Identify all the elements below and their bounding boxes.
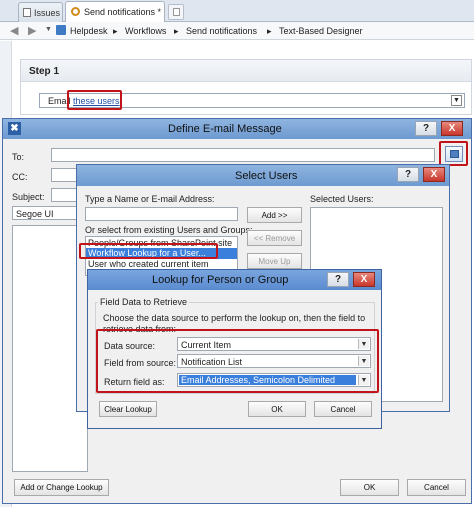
lookup-titlebar: Lookup for Person or Group ? X <box>88 270 381 290</box>
section-label: Field Data to Retrieve <box>98 297 190 307</box>
tab-label: Issues <box>34 8 61 18</box>
breadcrumb-separator: ▸ <box>113 26 118 36</box>
help-button[interactable]: ? <box>415 121 437 136</box>
breadcrumb-item-send-notifications[interactable]: Send notifications <box>186 26 257 36</box>
select-users-titlebar: Select Users ? X <box>77 165 449 186</box>
subject-label: Subject: <box>12 192 45 202</box>
name-label: Type a Name or E-mail Address: <box>85 194 215 204</box>
font-select[interactable]: Segoe UI <box>12 206 78 220</box>
dialog-title: Lookup for Person or Group <box>152 274 289 286</box>
to-label: To: <box>12 152 25 162</box>
help-button[interactable]: ? <box>327 272 349 287</box>
close-button[interactable]: X <box>423 167 445 182</box>
cc-label: CC: <box>12 172 28 182</box>
list-icon <box>23 8 31 17</box>
highlight-workflow-lookup <box>79 243 218 259</box>
highlight-lookup-fields <box>96 329 379 393</box>
move-up-button[interactable]: Move Up <box>247 253 302 269</box>
font-value: Segoe UI <box>16 209 54 219</box>
breadcrumb-item-helpdesk[interactable]: Helpdesk <box>70 26 108 36</box>
add-lookup-button[interactable]: Add or Change Lookup <box>14 479 109 496</box>
dialog-title: Define E-mail Message <box>168 123 282 135</box>
step-title: Step 1 <box>29 66 60 77</box>
selected-label: Selected Users: <box>310 194 374 204</box>
breadcrumb-item-workflows[interactable]: Workflows <box>125 26 166 36</box>
cancel-button[interactable]: Cancel <box>407 479 466 496</box>
tab-bar: Issues Send notifications * <box>0 0 474 22</box>
breadcrumb-item-text-based-designer[interactable]: Text-Based Designer <box>279 26 363 36</box>
help-button[interactable]: ? <box>397 167 419 182</box>
dialog-title: Select Users <box>235 170 298 182</box>
to-field[interactable] <box>51 148 435 162</box>
ok-button[interactable]: OK <box>248 401 306 417</box>
workflow-icon <box>71 7 80 16</box>
breadcrumb: ◀ ▶ ▼ Helpdesk ▸ Workflows ▸ Send notifi… <box>0 22 474 40</box>
chevron-down-icon[interactable]: ▼ <box>45 26 52 33</box>
close-button[interactable]: X <box>441 121 463 136</box>
tab-send-notifications[interactable]: Send notifications * <box>65 1 165 22</box>
cancel-button[interactable]: Cancel <box>314 401 372 417</box>
close-button[interactable]: X <box>353 272 375 287</box>
list-item[interactable]: User who created current item <box>88 259 209 269</box>
new-tab-icon <box>173 8 180 16</box>
step-header: Step 1 <box>21 60 471 82</box>
app-icon: ✖ <box>8 122 21 135</box>
remove-button[interactable]: << Remove <box>247 230 302 246</box>
existing-label: Or select from existing Users and Groups… <box>85 225 253 235</box>
breadcrumb-separator: ▸ <box>174 26 179 36</box>
name-input[interactable] <box>85 207 238 221</box>
breadcrumb-separator: ▸ <box>267 26 272 36</box>
highlight-address-book <box>439 141 468 166</box>
email-dialog-titlebar: ✖ Define E-mail Message ? X <box>3 119 471 139</box>
chevron-down-icon[interactable]: ▼ <box>451 95 462 106</box>
forward-arrow-icon[interactable]: ▶ <box>28 24 36 37</box>
clear-lookup-button[interactable]: Clear Lookup <box>99 401 157 417</box>
new-tab-button[interactable] <box>168 4 184 20</box>
highlight-these-users <box>67 90 122 110</box>
home-icon <box>56 25 66 35</box>
tab-issues[interactable]: Issues <box>18 2 63 22</box>
add-button[interactable]: Add >> <box>247 207 302 223</box>
ok-button[interactable]: OK <box>340 479 399 496</box>
tab-label: Send notifications * <box>84 7 162 17</box>
back-arrow-icon[interactable]: ◀ <box>10 24 18 37</box>
